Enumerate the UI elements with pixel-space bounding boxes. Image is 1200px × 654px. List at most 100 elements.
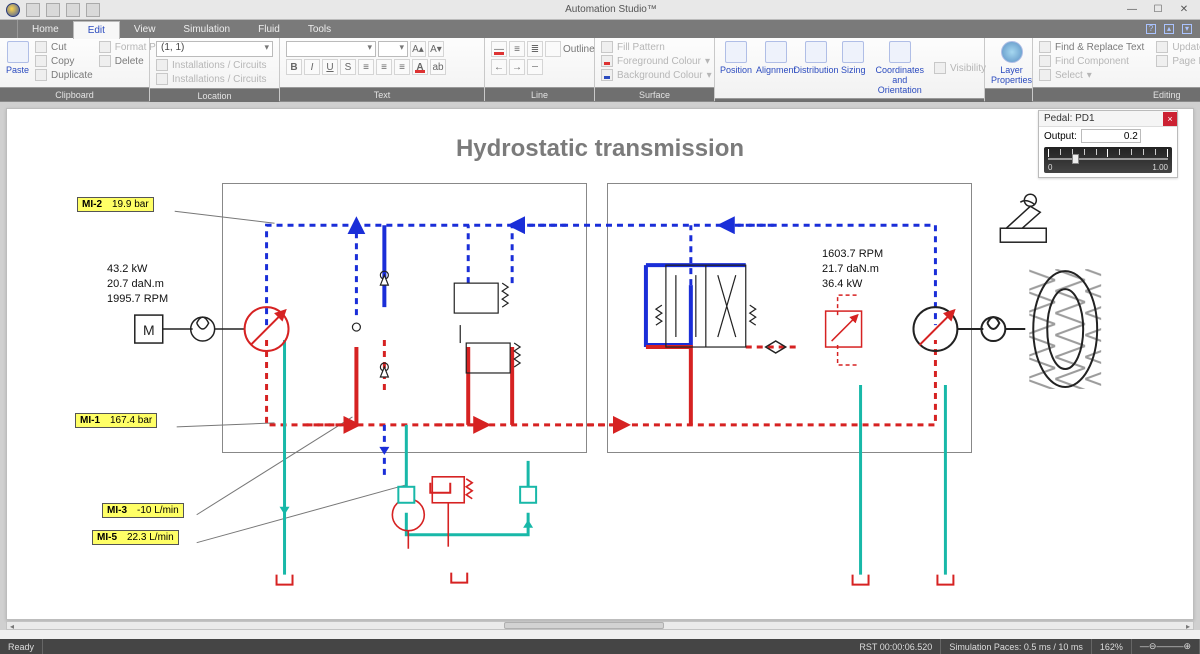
readout-left: 43.2 kW 20.7 daN.m 1995.7 RPM xyxy=(107,262,168,307)
font-family-combo[interactable] xyxy=(286,41,376,57)
scroll-thumb[interactable] xyxy=(504,622,664,629)
minimize-button[interactable]: — xyxy=(1126,4,1138,16)
duplicate-button[interactable]: Duplicate xyxy=(35,69,93,81)
close-button[interactable]: ✕ xyxy=(1178,4,1190,16)
maximize-button[interactable]: ☐ xyxy=(1152,4,1164,16)
ribbon-group-line: — ≡ ≣ Outline ← → ┄ Line xyxy=(485,38,595,101)
line-color-button[interactable]: — xyxy=(491,41,507,57)
paste-icon xyxy=(7,41,29,63)
qat-undo-icon[interactable] xyxy=(46,3,60,17)
app-logo-mini-icon xyxy=(3,23,15,35)
expand-ribbon-icon[interactable]: ▾ xyxy=(1182,24,1192,34)
cut-icon xyxy=(35,41,47,53)
tag-mi2[interactable]: MI-219.9 bar xyxy=(77,197,154,212)
line-dash-button[interactable]: ┄ xyxy=(527,59,543,75)
text-highlight-button[interactable]: ab xyxy=(430,59,446,75)
project-number-icon xyxy=(1156,55,1168,67)
app-logo-icon xyxy=(6,3,20,17)
status-ready: Ready xyxy=(0,639,43,654)
readout-right: 1603.7 RPM 21.7 daN.m 36.4 kW xyxy=(822,247,883,292)
arrow-end-button[interactable]: → xyxy=(509,59,525,75)
status-zoom-slider[interactable]: —⊖———⊕ xyxy=(1132,639,1200,654)
grow-font-button[interactable]: A▴ xyxy=(410,41,426,57)
align-right-button[interactable]: ≡ xyxy=(394,59,410,75)
background-colour-button[interactable]: Background Colour ▾ xyxy=(601,69,712,81)
installations-circuits-button[interactable]: Installations / Circuits xyxy=(156,59,273,71)
distribution-button[interactable]: Distribution xyxy=(801,41,831,75)
strikethrough-button[interactable]: S xyxy=(340,59,356,75)
find-replace-button[interactable]: Find & Replace Text xyxy=(1039,41,1144,53)
align-center-button[interactable]: ≡ xyxy=(376,59,392,75)
sizing-button[interactable]: Sizing xyxy=(841,41,866,75)
text-color-button[interactable]: A xyxy=(412,59,428,75)
visibility-button[interactable]: Visibility xyxy=(934,62,986,74)
min-ribbon-icon[interactable]: ▴ xyxy=(1164,24,1174,34)
scroll-right-arrow-icon[interactable]: ▸ xyxy=(1183,622,1193,629)
ribbon-group-layer-label xyxy=(985,88,1032,102)
tab-simulation[interactable]: Simulation xyxy=(169,20,244,38)
shrink-font-button[interactable]: A▾ xyxy=(428,41,444,57)
svg-text:M: M xyxy=(143,322,155,338)
tab-view[interactable]: View xyxy=(120,20,170,38)
schematic-group-left xyxy=(222,183,587,453)
scroll-left-arrow-icon[interactable]: ◂ xyxy=(7,622,17,629)
fill-pattern-button[interactable]: Fill Pattern xyxy=(601,41,712,53)
system-menu-icon[interactable] xyxy=(0,20,18,38)
arrow-start-button[interactable]: ← xyxy=(491,59,507,75)
copy-button[interactable]: Copy xyxy=(35,55,93,67)
tab-tools[interactable]: Tools xyxy=(294,20,345,38)
app-title: Automation Studio™ xyxy=(106,4,1116,15)
pedal-slider[interactable]: 01.00 xyxy=(1044,147,1172,173)
ribbon-group-clipboard-label: Clipboard xyxy=(0,87,149,101)
tab-home[interactable]: Home xyxy=(18,20,73,38)
page-number-icon xyxy=(1156,41,1168,53)
duplicate-icon xyxy=(35,69,47,81)
tag-mi5[interactable]: MI-522.3 L/min xyxy=(92,530,179,545)
title-bar: Automation Studio™ — ☐ ✕ xyxy=(0,0,1200,20)
pedal-panel-close-button[interactable]: × xyxy=(1163,112,1177,126)
font-size-combo[interactable] xyxy=(378,41,408,57)
circuit-icon xyxy=(156,59,168,71)
status-zoom[interactable]: 162% xyxy=(1092,639,1132,654)
bold-button[interactable]: B xyxy=(286,59,302,75)
tab-edit[interactable]: Edit xyxy=(73,21,120,39)
copy-icon xyxy=(35,55,47,67)
underline-button[interactable]: U xyxy=(322,59,338,75)
line-style-button[interactable]: ≡ xyxy=(509,41,525,57)
italic-button[interactable]: I xyxy=(304,59,320,75)
ribbon-group-layout: Position Alignment Distribution Sizing C… xyxy=(715,38,985,101)
pedal-panel[interactable]: Pedal: PD1 × Output: 01.00 xyxy=(1038,110,1178,178)
update-page-numbering-button[interactable]: Update Page Numbering xyxy=(1156,41,1200,53)
alignment-button[interactable]: Alignment xyxy=(761,41,791,75)
cut-button[interactable]: Cut xyxy=(35,41,93,53)
page-numbering-by-project-button[interactable]: Page Numbering by Project xyxy=(1156,55,1200,67)
horizontal-scrollbar[interactable]: ◂ ▸ xyxy=(6,621,1194,630)
ribbon-group-location-label: Location xyxy=(150,88,279,102)
position-button[interactable]: Position xyxy=(721,41,751,75)
ribbon-group-editing: Find & Replace Text Find Component Selec… xyxy=(1033,38,1200,101)
paste-button[interactable]: Paste xyxy=(6,41,29,75)
search-icon xyxy=(1039,41,1051,53)
location-coord-combo[interactable]: (1, 1) xyxy=(156,41,273,57)
tag-mi3[interactable]: MI-3-10 L/min xyxy=(102,503,184,518)
coords-orientation-button[interactable]: Coordinates and Orientation xyxy=(876,41,925,95)
ribbon: Paste Cut Copy Duplicate Format Painter … xyxy=(0,38,1200,102)
qat-redo-icon[interactable] xyxy=(66,3,80,17)
tag-mi1[interactable]: MI-1167.4 bar xyxy=(75,413,157,428)
circuit-icon xyxy=(156,73,168,85)
tab-fluid[interactable]: Fluid xyxy=(244,20,294,38)
alignment-icon xyxy=(765,41,787,63)
help-icon[interactable]: ? xyxy=(1146,24,1156,34)
foreground-colour-button[interactable]: Foreground Colour ▾ xyxy=(601,55,712,67)
find-component-button[interactable]: Find Component xyxy=(1039,55,1144,67)
line-weight-button[interactable]: ≣ xyxy=(527,41,543,57)
align-left-button[interactable]: ≡ xyxy=(358,59,374,75)
pedal-output-input[interactable] xyxy=(1081,129,1141,143)
select-button[interactable]: Select ▾ xyxy=(1039,69,1144,81)
outline-toggle[interactable] xyxy=(545,41,561,57)
qat-customize-icon[interactable] xyxy=(86,3,100,17)
schematic-canvas[interactable]: Hydrostatic transmission 43.2 kW 20.7 da… xyxy=(6,108,1194,620)
layer-properties-button[interactable]: Layer Properties xyxy=(991,41,1032,85)
installations-circuits-button-2[interactable]: Installations / Circuits xyxy=(156,73,273,85)
qat-save-icon[interactable] xyxy=(26,3,40,17)
